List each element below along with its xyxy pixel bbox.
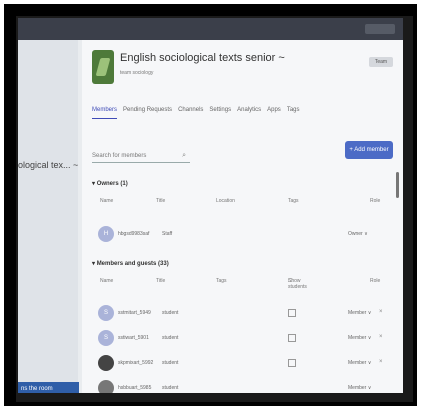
owners-heading-label: Owners (1): [96, 181, 128, 187]
top-bar-control[interactable]: [365, 24, 395, 34]
tab-settings[interactable]: Settings: [209, 107, 231, 119]
sidebar-team-title[interactable]: ological tex... ~: [18, 160, 78, 170]
main-panel: English sociological texts senior ~ team…: [82, 40, 403, 393]
search-icon: ⌕: [182, 152, 186, 159]
member-name: skpmixart_5992: [118, 360, 154, 366]
members-col-title: Title: [156, 278, 166, 284]
chevron-down-icon: ▾: [92, 261, 96, 267]
owners-columns: Name Title Location Tags Role: [100, 198, 390, 206]
member-name: hbgsd9983saf: [118, 231, 150, 237]
table-row[interactable]: S sstmitart_5949 student Member ∨ ×: [92, 302, 392, 324]
avatar: [98, 355, 114, 371]
sidebar: ological tex... ~ ns the room: [18, 40, 79, 393]
table-row[interactable]: skpmixart_5992 student Member ∨ ×: [92, 352, 392, 374]
owners-heading[interactable]: ▾ Owners (1): [92, 180, 128, 187]
members-heading-label: Members and guests (33): [96, 261, 169, 267]
add-member-icon: +: [349, 147, 353, 153]
members-col-tags: Tags: [216, 278, 227, 284]
team-name[interactable]: English sociological texts senior ~: [120, 52, 285, 64]
owners-col-tags: Tags: [288, 198, 299, 204]
scrollbar[interactable]: [396, 172, 399, 198]
row-checkbox[interactable]: [288, 309, 296, 317]
members-heading[interactable]: ▾ Members and guests (33): [92, 260, 169, 267]
member-title: student: [162, 385, 179, 391]
tabs: Members Pending Requests Channels Settin…: [92, 107, 300, 119]
tab-analytics[interactable]: Analytics: [237, 107, 261, 119]
tab-members[interactable]: Members: [92, 107, 118, 119]
tab-apps[interactable]: Apps: [267, 107, 281, 119]
add-member-label: Add member: [354, 147, 389, 153]
team-logo: [92, 50, 114, 84]
owners-col-role: Role: [370, 198, 381, 204]
remove-member-icon[interactable]: ×: [379, 309, 383, 315]
row-checkbox[interactable]: [288, 334, 296, 342]
owners-col-location: Location: [216, 198, 235, 204]
tab-channels[interactable]: Channels: [178, 107, 203, 119]
top-bar: [18, 18, 403, 40]
search-input[interactable]: Search for members ⌕: [92, 150, 190, 163]
role-dropdown[interactable]: Member ∨: [348, 385, 371, 391]
member-name: sstmitart_5949: [118, 310, 151, 316]
avatar: S: [98, 305, 114, 321]
member-title: student: [162, 310, 179, 316]
remove-member-icon[interactable]: ×: [379, 334, 383, 340]
avatar: [98, 380, 114, 393]
team-subtitle: team sociology: [120, 70, 154, 76]
tab-pending-requests[interactable]: Pending Requests: [123, 107, 172, 119]
avatar: H: [98, 226, 114, 242]
members-columns: Name Title Tags ☐ Show students Role: [100, 278, 390, 290]
owners-col-title: Title: [156, 198, 166, 204]
add-member-button[interactable]: + Add member: [345, 141, 393, 159]
tab-tags[interactable]: Tags: [287, 107, 300, 119]
row-checkbox[interactable]: [288, 359, 296, 367]
screen: ological tex... ~ ns the room English so…: [18, 18, 403, 393]
member-name: hsbbuart_5985: [118, 385, 152, 391]
role-dropdown[interactable]: Member ∨: [348, 310, 371, 316]
sidebar-bottom-link[interactable]: ns the room: [18, 382, 79, 393]
member-name: sstiwart_5901: [118, 335, 149, 341]
search-placeholder: Search for members: [92, 153, 147, 159]
table-row[interactable]: H hbgsd9983saf Staff Owner ∨: [92, 223, 392, 245]
members-col-role: Role: [370, 278, 381, 284]
remove-member-icon[interactable]: ×: [379, 359, 383, 365]
table-row[interactable]: hsbbuart_5985 student Member ∨: [92, 377, 392, 393]
owners-col-name: Name: [100, 198, 114, 204]
member-title: Staff: [162, 231, 173, 237]
member-title: student: [162, 335, 179, 341]
role-dropdown[interactable]: Member ∨: [348, 360, 371, 366]
team-button[interactable]: Team: [369, 57, 393, 67]
table-row[interactable]: S sstiwart_5901 student Member ∨ ×: [92, 327, 392, 349]
chevron-down-icon: ▾: [92, 181, 96, 187]
show-students-label: Show students: [288, 278, 307, 290]
role-dropdown[interactable]: Member ∨: [348, 335, 371, 341]
member-title: student: [162, 360, 179, 366]
role-dropdown[interactable]: Owner ∨: [348, 231, 368, 237]
avatar: S: [98, 330, 114, 346]
members-col-name: Name: [100, 278, 114, 284]
